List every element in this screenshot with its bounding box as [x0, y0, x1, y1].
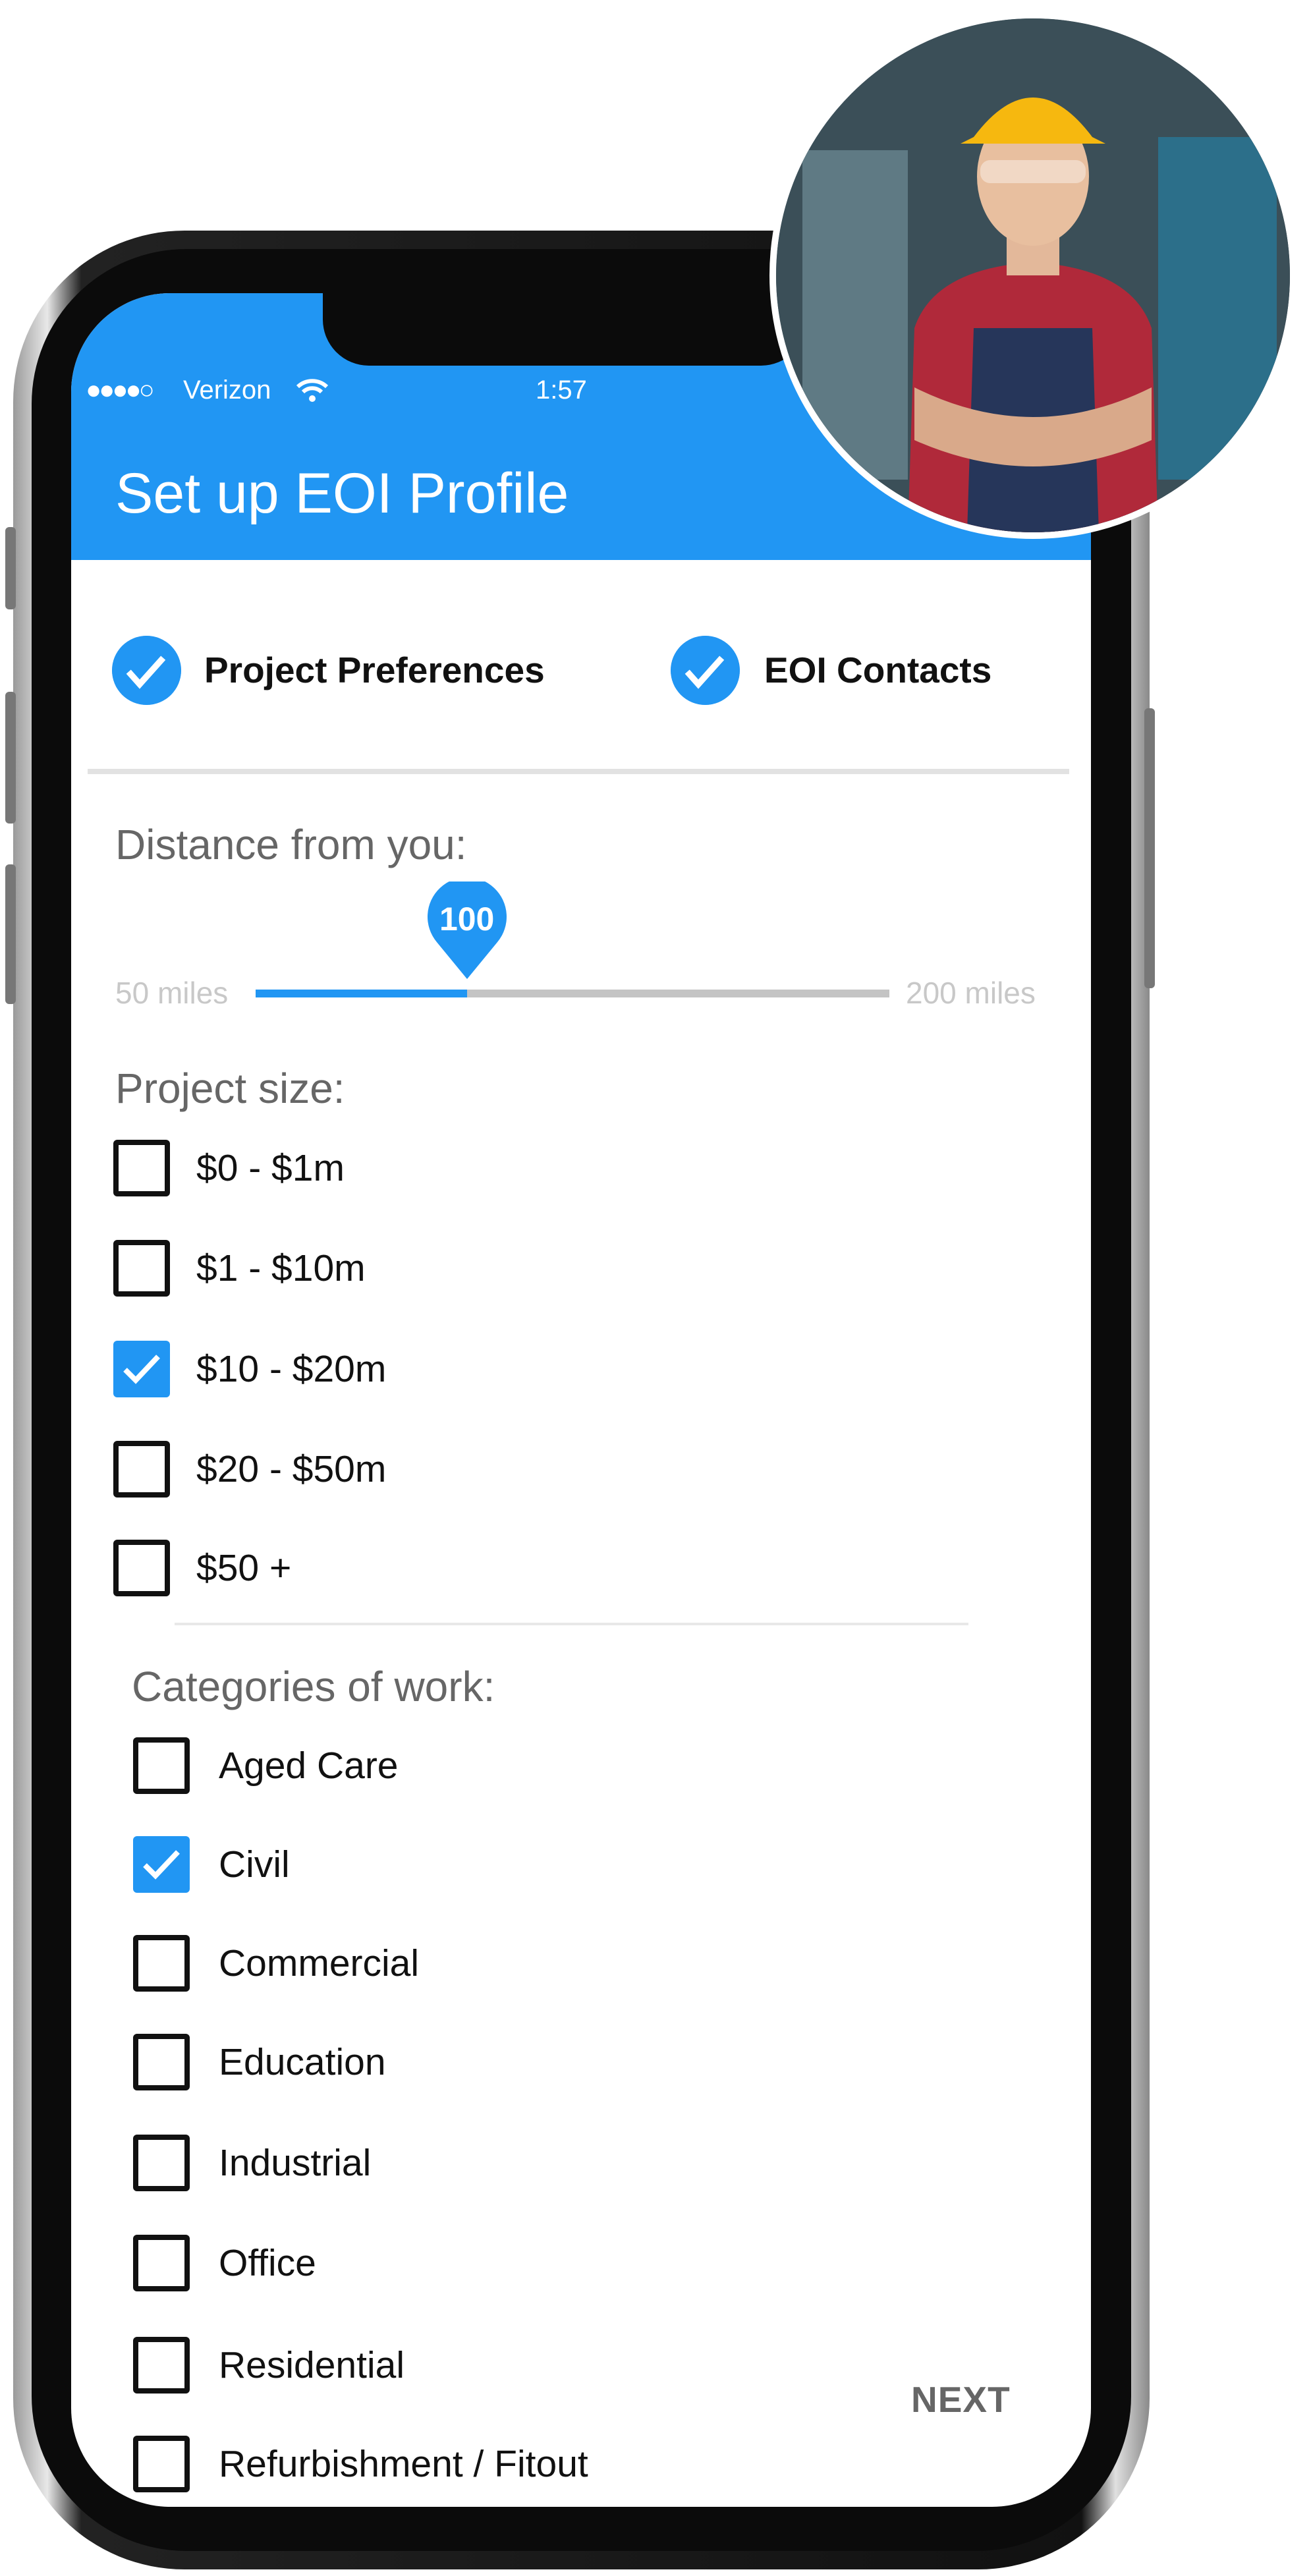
phone-screen: ●●●●○ Verizon 1:57 Set up EOI Profile Pr…	[71, 293, 1091, 2507]
checkbox-label: $1 - $10m	[196, 1247, 366, 1289]
wifi-icon	[296, 379, 329, 402]
distance-label: Distance from you:	[115, 821, 467, 868]
slider-fill	[256, 990, 467, 997]
checkbox[interactable]	[133, 1836, 190, 1893]
checkbox[interactable]	[133, 2135, 190, 2191]
volume-up-button	[5, 692, 16, 824]
step-label: Project Preferences	[204, 650, 545, 690]
power-button	[1144, 708, 1155, 988]
categories-label: Categories of work:	[132, 1663, 495, 1710]
slider-min-label: 50 miles	[115, 976, 229, 1010]
checkbox[interactable]	[133, 1737, 190, 1794]
next-button[interactable]: NEXT	[911, 2378, 1011, 2421]
slider-thumb[interactable]: 100	[427, 882, 507, 980]
check-circle-icon	[671, 636, 740, 705]
checkbox-label: Education	[219, 2041, 386, 2083]
divider	[88, 769, 1069, 774]
page-title: Set up EOI Profile	[115, 462, 569, 525]
checkbox-label: $50 +	[196, 1547, 292, 1589]
checkbox-label: Office	[219, 2242, 316, 2284]
carrier-name: Verizon	[183, 376, 271, 405]
worker-photo-illustration	[776, 18, 1290, 532]
divider	[175, 1623, 968, 1625]
checkbox[interactable]	[113, 1341, 170, 1397]
checkbox-label: Refurbishment / Fitout	[219, 2443, 588, 2485]
checkbox[interactable]	[113, 1540, 170, 1596]
checkbox-label: $20 - $50m	[196, 1448, 387, 1490]
checkbox[interactable]	[133, 2436, 190, 2492]
checkbox[interactable]	[113, 1441, 170, 1498]
checkbox-label: $0 - $1m	[196, 1147, 345, 1189]
step-label: EOI Contacts	[764, 650, 992, 690]
checkmark-icon	[143, 1850, 180, 1880]
slider-value: 100	[439, 901, 495, 938]
checkbox[interactable]	[133, 1935, 190, 1992]
checkbox-label: Residential	[219, 2344, 404, 2386]
checkbox-label: Civil	[219, 1843, 290, 1886]
notch	[323, 293, 807, 366]
checkbox-label: $10 - $20m	[196, 1348, 387, 1390]
project-size-label: Project size:	[115, 1065, 345, 1112]
checkbox[interactable]	[113, 1240, 170, 1297]
checkmark-icon	[123, 1355, 160, 1384]
checkbox[interactable]	[133, 2235, 190, 2291]
signal-strength: ●●●●○	[86, 376, 155, 405]
checkbox-label: Commercial	[219, 1942, 420, 1984]
checkbox[interactable]	[113, 1140, 170, 1196]
status-time: 1:57	[536, 376, 587, 405]
mute-switch	[5, 527, 16, 609]
profile-photo	[769, 12, 1297, 539]
checkbox-label: Aged Care	[219, 1745, 399, 1787]
checkbox[interactable]	[133, 2034, 190, 2090]
checkbox-label: Industrial	[219, 2142, 372, 2184]
slider-max-label: 200 miles	[906, 976, 1036, 1010]
volume-down-button	[5, 864, 16, 1004]
check-circle-icon	[112, 636, 181, 705]
checkbox[interactable]	[133, 2337, 190, 2394]
